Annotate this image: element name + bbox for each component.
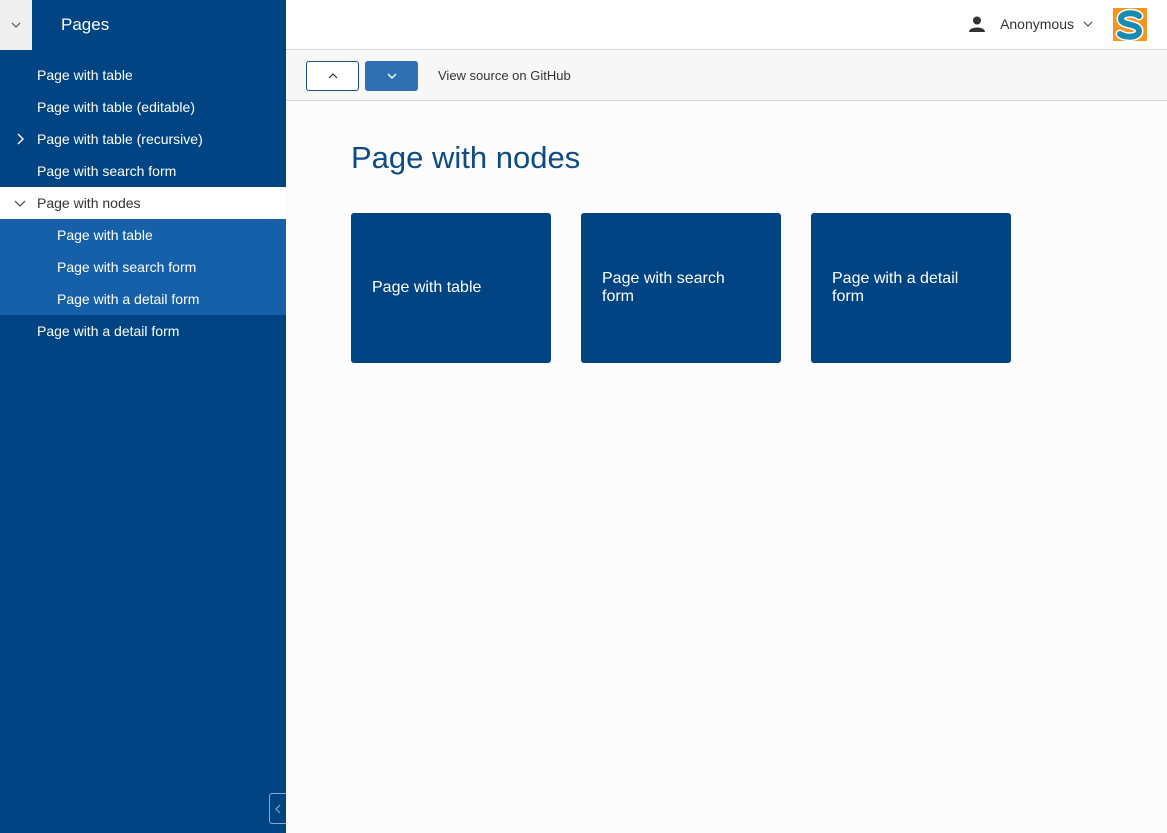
sidebar-item-page-with-table[interactable]: Page with table	[0, 59, 286, 91]
sidebar-item-label: Page with table (editable)	[37, 99, 195, 115]
sidebar-title: Pages	[61, 15, 110, 34]
node-cards: Page with table Page with search form Pa…	[351, 213, 1011, 363]
sidebar-subitem-page-with-search-form[interactable]: Page with search form	[0, 251, 286, 283]
sidebar-item-page-with-detail-form[interactable]: Page with a detail form	[0, 315, 286, 347]
card-label: Page with table	[372, 279, 482, 296]
github-source-link[interactable]: View source on GitHub	[438, 68, 571, 83]
sidebar-item-page-with-search-form[interactable]: Page with search form	[0, 155, 286, 187]
chevron-down-icon	[11, 22, 21, 28]
app-logo	[1113, 8, 1147, 41]
node-card-page-with-search-form[interactable]: Page with search form	[581, 213, 781, 363]
chevron-right-icon[interactable]	[13, 132, 27, 146]
sidebar-item-label: Page with a detail form	[37, 323, 180, 339]
chevron-left-icon	[275, 804, 281, 813]
user-menu[interactable]: Anonymous	[968, 15, 1094, 33]
chevron-down-icon	[387, 73, 396, 79]
sidebar-subitem-page-with-detail-form[interactable]: Page with a detail form	[0, 283, 286, 315]
sidebar-item-page-with-table-editable[interactable]: Page with table (editable)	[0, 91, 286, 123]
card-label: Page with a detail form	[832, 270, 959, 305]
chevron-down-icon[interactable]	[13, 196, 27, 210]
node-card-page-with-detail-form[interactable]: Page with a detail form	[811, 213, 1011, 363]
sidebar-item-label: Page with table	[57, 227, 153, 243]
sidebar-item-label: Page with a detail form	[57, 291, 200, 307]
sidebar: Pages Page with table Page with table (e…	[0, 0, 286, 833]
sidebar-item-label: Page with nodes	[37, 195, 141, 211]
sidebar-collapse-button[interactable]	[269, 793, 286, 824]
sidebar-item-page-with-nodes[interactable]: Page with nodes	[0, 187, 286, 219]
sidebar-item-label: Page with table	[37, 67, 133, 83]
sidebar-item-page-with-table-recursive[interactable]: Page with table (recursive)	[0, 123, 286, 155]
sidebar-header: Pages	[0, 0, 286, 50]
toolbar: View source on GitHub	[286, 51, 1167, 101]
chevron-down-icon	[1083, 21, 1093, 27]
next-button[interactable]	[365, 61, 418, 91]
user-icon	[969, 16, 986, 32]
user-name: Anonymous	[1000, 16, 1074, 32]
node-card-page-with-table[interactable]: Page with table	[351, 213, 551, 363]
card-label: Page with search form	[602, 270, 725, 305]
sidebar-subitem-page-with-table[interactable]: Page with table	[0, 219, 286, 251]
sidebar-item-label: Page with table (recursive)	[37, 131, 203, 147]
sidebar-menu-toggle[interactable]	[0, 0, 32, 50]
sidebar-nav: Page with table Page with table (editabl…	[0, 59, 286, 347]
sidebar-item-label: Page with search form	[57, 259, 197, 275]
top-bar: Anonymous	[286, 0, 1167, 50]
main-content: Page with nodes Page with table Page wit…	[351, 140, 1011, 363]
previous-button[interactable]	[306, 61, 359, 91]
chevron-up-icon	[328, 73, 337, 79]
page-title: Page with nodes	[351, 140, 581, 175]
sidebar-item-label: Page with search form	[37, 163, 177, 179]
